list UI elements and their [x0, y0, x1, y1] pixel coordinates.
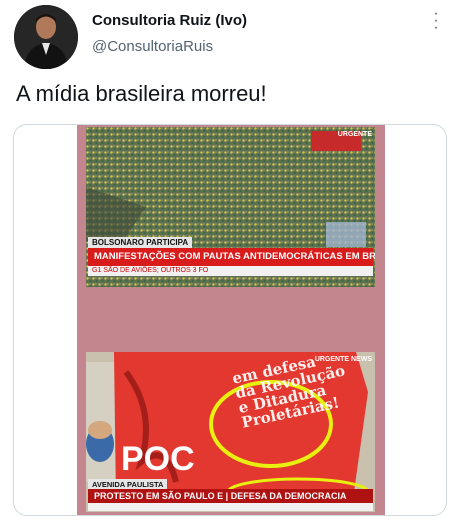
- bottom-ticker: [88, 503, 373, 511]
- news-screenshot-brasilia: URGENTE BOLSONARO PARTICIPA MANIFESTAÇÕE…: [86, 127, 375, 287]
- handle[interactable]: @ConsultoriaRuis: [92, 38, 213, 55]
- top-ticker: G1 SÃO DE AVIÕES; OUTROS 3 FO: [88, 266, 373, 276]
- urgent-badge: URGENTE: [337, 131, 372, 138]
- more-vertical-icon[interactable]: · · ·: [430, 6, 442, 36]
- profile-photo: [14, 5, 78, 69]
- media-card[interactable]: URGENTE BOLSONARO PARTICIPA MANIFESTAÇÕE…: [13, 124, 447, 516]
- banner-word: POC: [121, 440, 195, 478]
- top-headline: MANIFESTAÇÕES COM PAUTAS ANTIDEMOCRÁTICA…: [88, 248, 375, 266]
- display-name[interactable]: Consultoria Ruiz (Ivo): [92, 12, 247, 29]
- tweet-text: A mídia brasileira morreu!: [16, 81, 267, 106]
- bottom-headline: PROTESTO EM SÃO PAULO E | DEFESA DA DEMO…: [88, 489, 373, 503]
- top-caption: BOLSONARO PARTICIPA: [88, 237, 193, 248]
- news-screenshot-sao-paulo: POC URGENTE NEWS em defesa da Revolução …: [86, 352, 375, 512]
- image-collage: URGENTE BOLSONARO PARTICIPA MANIFESTAÇÕE…: [77, 125, 385, 515]
- avatar[interactable]: [14, 5, 78, 69]
